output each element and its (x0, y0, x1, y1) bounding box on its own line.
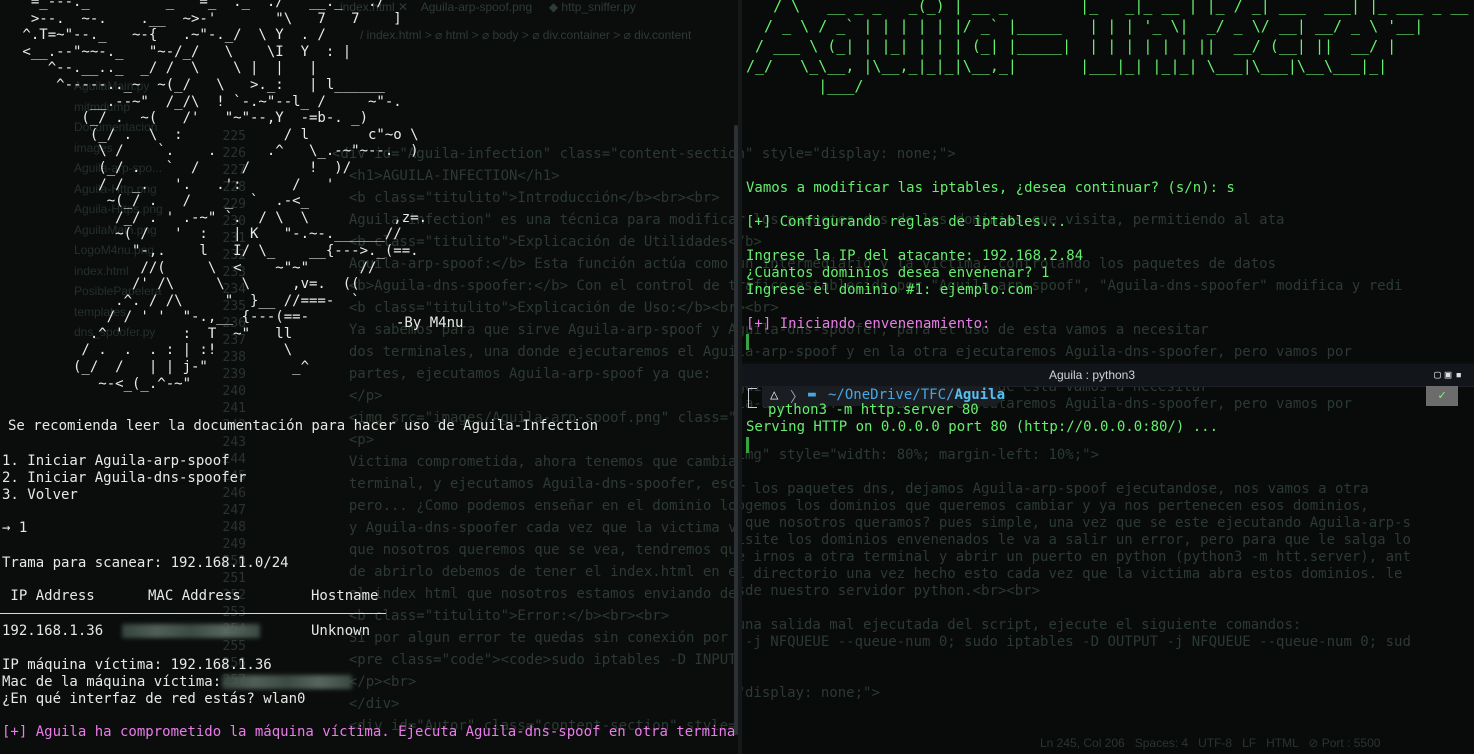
code-underlay-line: </p><br> (742, 651, 1411, 668)
code-underlay-line: pero... ¿Como podemos enseñar en el domi… (745, 515, 1411, 531)
table-rule (0, 613, 386, 614)
code-underlay-line: que nosotros queremos que se vea, tendre… (348, 542, 738, 558)
folder-icon: ▬ (808, 387, 816, 402)
code-underlay-line: <p> (742, 464, 1411, 481)
code-underlay-line: <p> (332, 432, 375, 448)
iptables-config-line: [+] Configurando reglas de iptables... (746, 214, 1067, 230)
iptables-question: Vamos a modificar las iptables, ¿desea c… (746, 180, 1235, 196)
code-underlay-line: el index html que nosotros estamos envia… (348, 586, 738, 602)
menu-item-1: 1. Iniciar Aguila-arp-spoof (2, 453, 230, 469)
server-cursor (746, 437, 749, 453)
code-underlay-line: el index html que nosotros estamos envia… (742, 583, 1041, 599)
left-terminal-pane[interactable]: index.html ✕ Aguila-arp-spoof.png ◆ http… (0, 0, 738, 754)
domain-1-line: Ingrese el dominio #1: ejemplo.com (746, 282, 1033, 298)
success-check-icon: ✓ (1426, 386, 1458, 406)
code-underlay-line: <div id="Aguila-infection" class="conten… (742, 146, 956, 162)
code-underlay-line: </div> (332, 696, 400, 712)
victim-mac-redacted (222, 674, 352, 691)
prompt-bracket (748, 388, 757, 408)
victim-ip-line: IP máquina víctima: 192.168.1.36 (2, 657, 272, 673)
code-underlay-line: de abrirlo debemos de tener el index.htm… (348, 564, 738, 580)
row-hostname: Unknown (311, 623, 371, 639)
poisoning-start-line: [+] Iniciando envenenamiento: (746, 316, 991, 332)
server-command: python3 -m http.server 80 (768, 402, 979, 418)
terminal-cursor (746, 334, 749, 350)
scan-range-line: Trama para scanear: 192.168.1.0/24 (2, 555, 289, 571)
code-underlay-line: <img src="images/Aguila-arp-spoof.png" c… (742, 447, 1100, 463)
editor-status-underlay: Ln 245, Col 206 Spaces: 4 UTF-8 LF HTML … (1040, 736, 1381, 750)
code-underlay-line: y Aguila-dns-spoofer cada vez que la vic… (348, 520, 738, 536)
python-server-terminal-pane[interactable]: Ya sabemos para que sirve Aguila-arp-spo… (742, 364, 1474, 754)
row-ip: 192.168.1.36 (2, 623, 104, 639)
recommend-line: Se recomienda leer la documentación para… (8, 418, 599, 434)
left-scrollbar[interactable] (734, 125, 738, 735)
code-underlay-line: <div id="Autor" class="content-section" … (742, 685, 880, 701)
menu-item-2: 2. Iniciar Aguila-dns-spoofer (2, 470, 247, 486)
code-underlay-line: Si por algun error te quedas sin conexió… (742, 617, 1302, 633)
prompt-path: ~/OneDrive/TFC/Aguila (828, 387, 1006, 403)
code-underlay-line: <b class="titulito">Error:</b><br><br> (332, 608, 670, 624)
attacker-ip-line: Ingrese la IP del atacante: 192.168.2.84 (746, 248, 1084, 264)
compromised-line: [+] Aguila ha comprometido la máquina ví… (2, 724, 738, 740)
code-underlay-line: de abrirlo debemos de tener el index.htm… (742, 566, 1403, 582)
code-underlay-line: que nosotros queremos que se vea, tendre… (742, 549, 1411, 565)
code-underlay-line: terminal, y ejecutamos Aguila-dns-spoofe… (348, 476, 738, 492)
right-top-terminal-pane[interactable]: <div id="Aguila-infection" class="conten… (742, 0, 1474, 362)
code-underlay-line: Victima comprometida, ahora tenemos que … (742, 481, 1369, 497)
header-mac: MAC Address (148, 588, 241, 604)
code-underlay-line: <b class="titulito">Error:</b><br><br> (742, 600, 1411, 617)
menu-choice: → 1 (2, 520, 28, 536)
terminal-title-bar[interactable]: Aguila : python3 ▢▣▪ (742, 364, 1474, 387)
domains-count-line: ¿Cuántos dominios desea envenenar? 1 (746, 265, 1050, 281)
author-signature: -By M4nu (396, 315, 464, 331)
header-hostname: Hostname (311, 588, 379, 604)
terminal-title: Aguila : python3 (1048, 368, 1136, 382)
code-underlay-line: dos terminales, una donde ejecutaremos e… (742, 344, 1352, 360)
interface-line: ¿En qué interfaz de red estás? wlan0 (2, 691, 306, 707)
code-underlay-line: y Aguila-dns-spoofer cada vez que la vic… (742, 532, 1411, 548)
code-underlay-line: <pre class="code"><code>sudo iptables -D… (745, 634, 1411, 650)
code-underlay-line: </p><br> (332, 674, 417, 690)
code-underlay-line: pero... ¿Como podemos enseñar en el domi… (348, 498, 737, 514)
code-underlay-line: terminal, y ejecutamos Aguila-dns-spoofe… (742, 498, 1369, 514)
code-underlay-line: <pre class="code"><code>sudo iptables -D… (348, 652, 737, 668)
serving-line: Serving HTTP on 0.0.0.0 port 80 (http://… (746, 419, 1219, 435)
row-mac-redacted (122, 623, 260, 640)
header-ip: IP Address (2, 588, 95, 604)
linux-tux-icon: △ (770, 387, 779, 403)
victim-mac-line: Mac de la máquina víctima: (2, 674, 222, 690)
eagle-ascii-art: =_---._ _ =_ ._ ./ __._ ./ >--. ~-. .__ … (22, 0, 428, 392)
code-underlay-line: </div> (742, 668, 1411, 685)
aguila-infecter-banner: / \ __ _ _ _(_) | __ _ |_ _|_ __ | |_ / … (746, 0, 1469, 95)
code-underlay-line: Victima comprometida, ahora tenemos que … (348, 454, 738, 470)
menu-item-3: 3. Volver (2, 487, 78, 503)
code-underlay-line: Si por algun error te quedas sin conexió… (348, 630, 738, 646)
terminal-window-controls[interactable]: ▢▣▪ (1434, 368, 1466, 381)
